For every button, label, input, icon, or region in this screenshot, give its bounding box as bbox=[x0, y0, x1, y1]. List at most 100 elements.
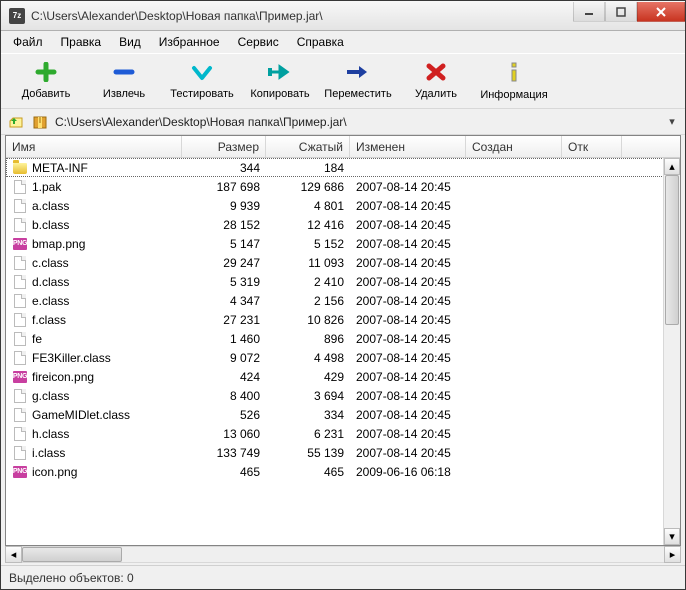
file-modified: 2007-08-14 20:45 bbox=[350, 389, 466, 403]
table-row[interactable]: a.class 9 9394 8012007-08-14 20:45 bbox=[6, 196, 680, 215]
toolbar-move-arrow-button[interactable]: Переместить bbox=[319, 57, 397, 105]
titlebar[interactable]: 7z C:\Users\Alexander\Desktop\Новая папк… bbox=[1, 1, 685, 31]
status-text: Выделено объектов: 0 bbox=[9, 571, 134, 585]
file-modified: 2007-08-14 20:45 bbox=[350, 370, 466, 384]
window-title: C:\Users\Alexander\Desktop\Новая папка\П… bbox=[31, 9, 573, 23]
table-row[interactable]: f.class27 23110 8262007-08-14 20:45 bbox=[6, 310, 680, 329]
file-icon bbox=[14, 446, 26, 460]
file-packed: 4 801 bbox=[266, 199, 350, 213]
file-icon bbox=[14, 332, 26, 346]
file-packed: 5 152 bbox=[266, 237, 350, 251]
toolbar-info-button[interactable]: Информация bbox=[475, 57, 553, 105]
menu-правка[interactable]: Правка bbox=[53, 32, 110, 52]
file-packed: 429 bbox=[266, 370, 350, 384]
toolbar-x-button[interactable]: Удалить bbox=[397, 57, 475, 105]
file-packed: 2 156 bbox=[266, 294, 350, 308]
table-row[interactable]: c.class29 24711 0932007-08-14 20:45 bbox=[6, 253, 680, 272]
maximize-button[interactable] bbox=[605, 2, 637, 22]
column-header[interactable]: Отк bbox=[562, 136, 622, 157]
toolbar-plus-button[interactable]: Добавить bbox=[7, 57, 85, 105]
scroll-right-icon[interactable]: ▸ bbox=[664, 546, 681, 563]
path-text[interactable]: C:\Users\Alexander\Desktop\Новая папка\П… bbox=[55, 115, 659, 129]
column-header[interactable]: Изменен bbox=[350, 136, 466, 157]
file-modified: 2007-08-14 20:45 bbox=[350, 180, 466, 194]
file-size: 4 347 bbox=[182, 294, 266, 308]
toolbar-label: Копировать bbox=[250, 88, 309, 100]
minimize-button[interactable] bbox=[573, 2, 605, 22]
file-packed: 6 231 bbox=[266, 427, 350, 441]
file-packed: 11 093 bbox=[266, 256, 350, 270]
hscroll-thumb[interactable] bbox=[22, 547, 122, 562]
file-size: 526 bbox=[182, 408, 266, 422]
file-packed: 4 498 bbox=[266, 351, 350, 365]
file-size: 9 072 bbox=[182, 351, 266, 365]
file-modified: 2007-08-14 20:45 bbox=[350, 275, 466, 289]
menu-избранное[interactable]: Избранное bbox=[151, 32, 228, 52]
scroll-left-icon[interactable]: ◂ bbox=[5, 546, 22, 563]
table-row[interactable]: PNGbmap.png5 1475 1522007-08-14 20:45 bbox=[6, 234, 680, 253]
file-modified: 2007-08-14 20:45 bbox=[350, 446, 466, 460]
menu-сервис[interactable]: Сервис bbox=[230, 32, 287, 52]
file-modified: 2007-08-14 20:45 bbox=[350, 199, 466, 213]
file-name: e.class bbox=[32, 294, 69, 308]
hscroll-track[interactable] bbox=[22, 546, 664, 563]
table-row[interactable]: h.class13 0606 2312007-08-14 20:45 bbox=[6, 424, 680, 443]
table-row[interactable]: PNGicon.png4654652009-06-16 06:18 bbox=[6, 462, 680, 481]
table-row[interactable]: FE3Killer.class9 0724 4982007-08-14 20:4… bbox=[6, 348, 680, 367]
toolbar-minus-button[interactable]: Извлечь bbox=[85, 57, 163, 105]
file-name: h.class bbox=[32, 427, 69, 441]
toolbar-label: Удалить bbox=[415, 88, 457, 100]
file-name: a.class bbox=[32, 199, 69, 213]
file-name: c.class bbox=[32, 256, 69, 270]
file-icon bbox=[14, 313, 26, 327]
file-name: icon.png bbox=[32, 465, 77, 479]
scroll-down-icon[interactable]: ▾ bbox=[664, 528, 680, 545]
file-modified: 2007-08-14 20:45 bbox=[350, 256, 466, 270]
table-row[interactable]: b.class28 15212 4162007-08-14 20:45 bbox=[6, 215, 680, 234]
column-header[interactable]: Имя bbox=[6, 136, 182, 157]
file-size: 28 152 bbox=[182, 218, 266, 232]
table-row[interactable]: d.class5 3192 4102007-08-14 20:45 bbox=[6, 272, 680, 291]
table-row[interactable]: fe1 4608962007-08-14 20:45 bbox=[6, 329, 680, 348]
path-dropdown-icon[interactable]: ▾ bbox=[665, 115, 679, 128]
table-row[interactable]: e.class4 3472 1562007-08-14 20:45 bbox=[6, 291, 680, 310]
copy-arrow-icon bbox=[267, 62, 293, 85]
file-packed: 465 bbox=[266, 465, 350, 479]
toolbar-check-button[interactable]: Тестировать bbox=[163, 57, 241, 105]
vertical-scrollbar[interactable]: ▴ ▾ bbox=[663, 158, 680, 545]
scroll-up-icon[interactable]: ▴ bbox=[664, 158, 680, 175]
table-row[interactable]: i.class133 74955 1392007-08-14 20:45 bbox=[6, 443, 680, 462]
table-row[interactable]: PNGfireicon.png4244292007-08-14 20:45 bbox=[6, 367, 680, 386]
file-modified: 2007-08-14 20:45 bbox=[350, 313, 466, 327]
menu-файл[interactable]: Файл bbox=[5, 32, 51, 52]
file-name: g.class bbox=[32, 389, 69, 403]
file-size: 344 bbox=[182, 161, 266, 175]
table-row[interactable]: GameMIDlet.class5263342007-08-14 20:45 bbox=[6, 405, 680, 424]
file-size: 424 bbox=[182, 370, 266, 384]
file-size: 8 400 bbox=[182, 389, 266, 403]
file-packed: 2 410 bbox=[266, 275, 350, 289]
file-icon bbox=[14, 275, 26, 289]
app-window: 7z C:\Users\Alexander\Desktop\Новая папк… bbox=[0, 0, 686, 590]
column-header[interactable]: Размер bbox=[182, 136, 266, 157]
table-row[interactable]: g.class8 4003 6942007-08-14 20:45 bbox=[6, 386, 680, 405]
file-name: bmap.png bbox=[32, 237, 85, 251]
file-modified: 2009-06-16 06:18 bbox=[350, 465, 466, 479]
toolbar-label: Тестировать bbox=[170, 88, 234, 100]
menu-вид[interactable]: Вид bbox=[111, 32, 149, 52]
table-row[interactable]: 1.pak187 698129 6862007-08-14 20:45 bbox=[6, 177, 680, 196]
file-size: 9 939 bbox=[182, 199, 266, 213]
toolbar-copy-arrow-button[interactable]: Копировать bbox=[241, 57, 319, 105]
menu-справка[interactable]: Справка bbox=[289, 32, 352, 52]
close-button[interactable] bbox=[637, 2, 685, 22]
scroll-thumb[interactable] bbox=[665, 175, 679, 325]
column-header[interactable]: Сжатый bbox=[266, 136, 350, 157]
horizontal-scrollbar[interactable]: ◂ ▸ bbox=[5, 546, 681, 563]
table-row[interactable]: META-INF344184 bbox=[6, 158, 680, 177]
file-packed: 896 bbox=[266, 332, 350, 346]
column-header[interactable]: Создан bbox=[466, 136, 562, 157]
up-folder-icon[interactable] bbox=[7, 113, 25, 131]
file-name: GameMIDlet.class bbox=[32, 408, 130, 422]
status-bar: Выделено объектов: 0 bbox=[1, 565, 685, 589]
archive-icon bbox=[31, 113, 49, 131]
